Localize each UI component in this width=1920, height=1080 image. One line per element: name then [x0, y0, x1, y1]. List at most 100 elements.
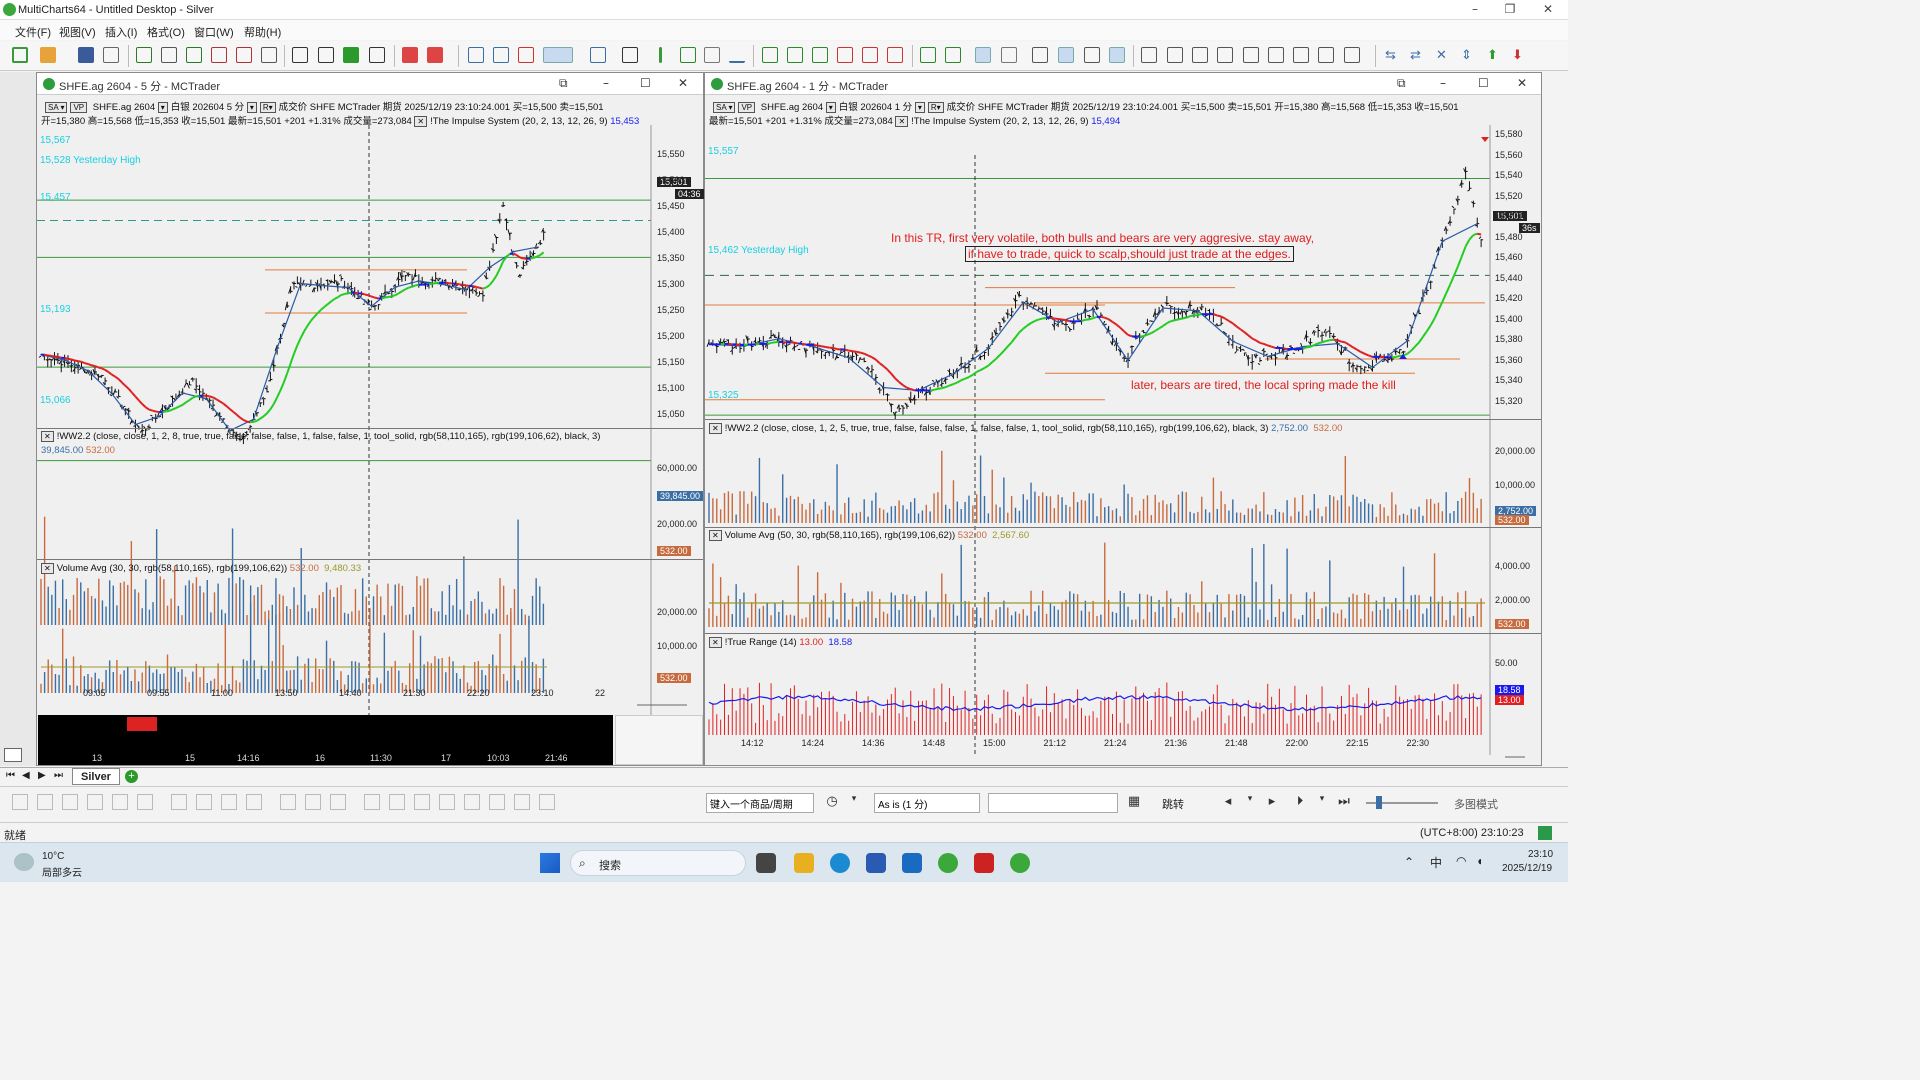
report-icon[interactable]: [261, 47, 277, 63]
link-icon[interactable]: [1167, 47, 1183, 63]
order-icon[interactable]: [211, 47, 227, 63]
connection-status-icon[interactable]: [1538, 826, 1552, 840]
bar-type-icon[interactable]: [659, 47, 662, 63]
taskbar-search-box[interactable]: ⌕ 搜索: [570, 850, 746, 876]
play-icon[interactable]: ▸: [1264, 794, 1280, 810]
andrews-icon[interactable]: [330, 794, 346, 810]
menu-file[interactable]: 文件(F): [15, 24, 51, 40]
multi-chart-mode-button[interactable]: 多图模式: [1454, 796, 1498, 812]
brush-icon[interactable]: [539, 794, 555, 810]
multicharts-icon[interactable]: [938, 853, 958, 873]
taskbar-date[interactable]: 2025/12/19: [1502, 863, 1552, 874]
last-sheet-icon[interactable]: ⏭: [54, 770, 63, 781]
step-back-icon[interactable]: ◂: [1220, 794, 1236, 810]
line-chart-icon[interactable]: [729, 47, 745, 63]
maximize-icon[interactable]: ☐: [1478, 76, 1489, 90]
dropdown-icon[interactable]: ▾: [1314, 794, 1330, 810]
channel-icon[interactable]: [87, 794, 103, 810]
pane-separator[interactable]: [37, 428, 703, 429]
chevron-up-icon[interactable]: ⌃: [1404, 855, 1414, 869]
annotation-text-1[interactable]: In this TR, first very volatile, both bu…: [891, 231, 1314, 245]
outlook-icon[interactable]: [902, 853, 922, 873]
close-icon[interactable]: ✕: [678, 76, 688, 90]
taskbar-time[interactable]: 23:10: [1528, 849, 1553, 860]
magnifier-icon[interactable]: [1109, 47, 1125, 63]
pane-separator[interactable]: [705, 419, 1541, 420]
multicharts-icon[interactable]: [1010, 853, 1030, 873]
sheet-tab-silver[interactable]: Silver: [72, 768, 120, 785]
minimize-icon[interactable]: –: [1465, 2, 1485, 18]
settings-icon[interactable]: [590, 47, 606, 63]
window-icon[interactable]: [1141, 47, 1157, 63]
scanner-icon[interactable]: [161, 47, 177, 63]
close-icon[interactable]: ✕: [1517, 76, 1527, 90]
market-data-icon[interactable]: [343, 47, 359, 63]
pin-icon[interactable]: [1243, 47, 1259, 63]
shrink-h-icon[interactable]: ⇆: [1385, 47, 1401, 63]
pane-separator[interactable]: [705, 633, 1541, 634]
chart-link-icon[interactable]: [1344, 47, 1360, 63]
comment-icon[interactable]: [1032, 47, 1048, 63]
workspace-icon[interactable]: [4, 748, 22, 762]
date-input[interactable]: [988, 793, 1118, 813]
close-chart-icon[interactable]: [103, 47, 119, 63]
menu-insert[interactable]: 插入(I): [105, 24, 137, 40]
format-icon[interactable]: [369, 47, 385, 63]
arrow-down-icon[interactable]: ⬇: [1512, 47, 1528, 63]
menu-help[interactable]: 帮助(H): [244, 24, 281, 40]
volume-icon[interactable]: [920, 47, 936, 63]
file-explorer-icon[interactable]: [794, 853, 814, 873]
insert-study-icon[interactable]: [292, 47, 308, 63]
navigator-preview[interactable]: [615, 715, 703, 765]
profile-icon[interactable]: [945, 47, 961, 63]
alert-icon[interactable]: [622, 47, 638, 63]
cycle-icon[interactable]: [280, 794, 296, 810]
magnet-icon[interactable]: [514, 794, 530, 810]
fib-ret-icon[interactable]: [196, 794, 212, 810]
app-red-icon[interactable]: [974, 853, 994, 873]
strategy-on-icon[interactable]: [402, 47, 418, 63]
box-icon[interactable]: [389, 794, 405, 810]
text-icon[interactable]: [364, 794, 380, 810]
ray-icon[interactable]: [37, 794, 53, 810]
ime-indicator[interactable]: 中: [1430, 854, 1442, 871]
first-sheet-icon[interactable]: ⏮: [6, 770, 15, 781]
arrow-up-tool-icon[interactable]: [489, 794, 505, 810]
candle-type-icon[interactable]: [680, 47, 696, 63]
glasses-icon[interactable]: [1192, 47, 1208, 63]
arc-icon[interactable]: [439, 794, 455, 810]
open-folder-icon[interactable]: [40, 47, 56, 63]
zoom-out-icon[interactable]: [493, 47, 509, 63]
start-icon[interactable]: [540, 853, 560, 873]
minimize-icon[interactable]: –: [1440, 76, 1446, 90]
columns-icon[interactable]: [1268, 47, 1284, 63]
hline-tool-icon[interactable]: [246, 794, 262, 810]
annotation-text-3[interactable]: later, bears are tired, the local spring…: [1131, 378, 1396, 392]
left-chart-canvas[interactable]: [37, 95, 703, 765]
ellipse-icon[interactable]: [414, 794, 430, 810]
hline-icon[interactable]: [1058, 47, 1074, 63]
pane-separator[interactable]: [37, 559, 703, 560]
bars-icon[interactable]: [1217, 47, 1233, 63]
line-icon[interactable]: [12, 794, 28, 810]
menu-format[interactable]: 格式(O): [147, 24, 185, 40]
weather-icon[interactable]: [14, 853, 34, 871]
minimize-icon[interactable]: –: [603, 76, 609, 90]
restore-icon[interactable]: ⧉: [1397, 76, 1406, 91]
tool-a-icon[interactable]: [762, 47, 778, 63]
fan-icon[interactable]: [112, 794, 128, 810]
end-icon[interactable]: ⏭: [1336, 794, 1352, 810]
calendar-icon[interactable]: ▦: [1126, 794, 1142, 810]
annotation-text-2[interactable]: if have to trade, quick to scalp,should …: [965, 246, 1294, 262]
store-icon[interactable]: [866, 853, 886, 873]
insert-drawing-icon[interactable]: [318, 47, 334, 63]
strategy-off-icon[interactable]: [427, 47, 443, 63]
pitchfork-icon[interactable]: [137, 794, 153, 810]
step-forward-icon[interactable]: ⏵: [1292, 794, 1308, 810]
maximize-icon[interactable]: ❐: [1500, 2, 1520, 18]
grid-icon[interactable]: [1318, 47, 1334, 63]
dropdown-icon[interactable]: ▾: [846, 794, 862, 810]
chart-window-icon[interactable]: [136, 47, 152, 63]
wifi-icon[interactable]: ◠: [1456, 854, 1466, 868]
expand-v-icon[interactable]: ⇕: [1461, 47, 1477, 63]
